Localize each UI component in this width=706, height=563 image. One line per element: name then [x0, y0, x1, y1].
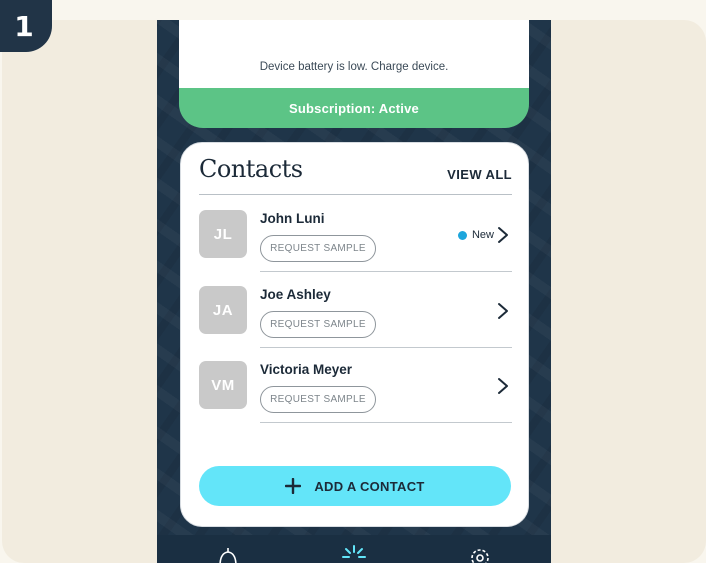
step-badge: 1 [0, 0, 52, 52]
avatar: JA [199, 286, 247, 334]
subscription-status: Subscription: Active [289, 100, 419, 116]
contact-name: Victoria Meyer [260, 362, 353, 377]
bottom-nav [157, 535, 551, 563]
battery-warning-text: Device battery is low. Charge device. [259, 61, 449, 73]
row-divider [260, 271, 512, 272]
contacts-title: Contacts [199, 155, 303, 183]
device-status-card: Device battery is low. Charge device. Su… [179, 20, 529, 128]
contact-name: John Luni [260, 211, 325, 226]
contacts-header: Contacts VIEW ALL [199, 153, 512, 195]
chevron-right-icon[interactable] [496, 301, 510, 321]
gear-icon[interactable] [467, 544, 493, 563]
contact-row[interactable]: JA Joe Ashley REQUEST SAMPLE [199, 286, 512, 348]
battery-notice: Device battery is low. Charge device. [179, 20, 529, 88]
view-all-link[interactable]: VIEW ALL [447, 167, 512, 182]
chevron-right-icon[interactable] [496, 376, 510, 396]
contact-name: Joe Ashley [260, 287, 331, 302]
chevron-right-icon[interactable] [496, 225, 510, 245]
contacts-card: Contacts VIEW ALL JL John Luni REQUEST S… [180, 142, 529, 527]
avatar: VM [199, 361, 247, 409]
request-sample-button[interactable]: REQUEST SAMPLE [260, 386, 376, 413]
contact-row[interactable]: JL John Luni REQUEST SAMPLE New [199, 210, 512, 272]
new-dot-icon [457, 230, 467, 240]
avatar: JL [199, 210, 247, 258]
phone-screen: Device battery is low. Charge device. Su… [157, 20, 551, 563]
new-badge-label: New [471, 229, 494, 241]
add-contact-label: ADD A CONTACT [314, 478, 425, 494]
request-sample-button[interactable]: REQUEST SAMPLE [260, 235, 376, 262]
new-badge: New [457, 229, 494, 241]
row-divider [260, 422, 512, 423]
bell-icon[interactable] [215, 544, 241, 563]
contact-row[interactable]: VM Victoria Meyer REQUEST SAMPLE [199, 361, 512, 423]
add-contact-button[interactable]: ADD A CONTACT [199, 466, 511, 506]
sun-icon[interactable] [341, 544, 367, 563]
plus-icon [285, 478, 302, 494]
row-divider [260, 347, 512, 348]
request-sample-button[interactable]: REQUEST SAMPLE [260, 311, 376, 338]
